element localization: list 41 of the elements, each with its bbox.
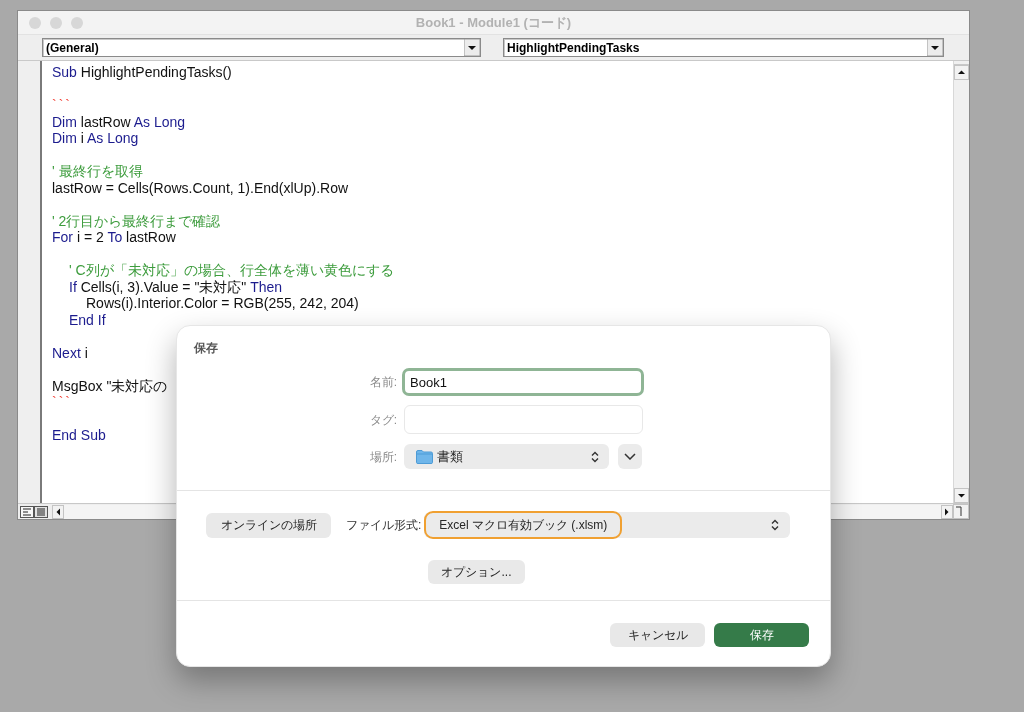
code-line: lastRow = Cells(Rows.Count, 1).End(xlUp).Row xyxy=(52,179,349,196)
dialog-title: 保存 xyxy=(194,341,218,355)
code-line: Sub HighlightPendingTasks() xyxy=(52,64,232,81)
code-line: ' 最終行を取得 xyxy=(52,163,143,180)
code-line: ``` xyxy=(52,394,72,411)
caret-icon[interactable] xyxy=(464,39,480,56)
field-label: 名前: xyxy=(369,374,397,391)
code-line: ``` xyxy=(52,97,72,114)
updown-chevron-icon xyxy=(771,519,780,531)
code-line: ' 2行目から最終行まで確認 xyxy=(52,212,221,229)
save-button[interactable]: 保存 xyxy=(714,623,809,647)
name-field[interactable]: Book1 xyxy=(402,368,644,396)
online-locations-button[interactable]: オンラインの場所 xyxy=(206,512,331,538)
code-line: MsgBox "未対応の xyxy=(52,377,168,394)
location-select[interactable]: 書類 xyxy=(404,444,609,469)
field-label: タグ: xyxy=(369,411,397,429)
options-button[interactable]: オプション... xyxy=(428,560,525,584)
file-format-select[interactable]: Excel マクロ有効ブック (.xlsm) xyxy=(424,512,791,538)
chevron-down-icon xyxy=(624,453,636,460)
procedure-dropdown[interactable]: HighlightPendingTasks xyxy=(503,38,944,57)
code-line: Rows(i).Interior.Color = RGB(255, 242, 204) xyxy=(86,295,359,312)
field-label: ファイル形式: xyxy=(346,517,422,534)
code-line: For i = 2 To lastRow xyxy=(52,229,176,246)
procedure-view-icon[interactable] xyxy=(20,505,34,518)
object-dropdown[interactable]: (General) xyxy=(42,38,481,57)
code-line: If Cells(i, 3).Value = "未対応" Then xyxy=(69,278,283,295)
code-line: Dim i As Long xyxy=(52,130,139,147)
caret-icon[interactable] xyxy=(927,39,943,56)
expand-button[interactable] xyxy=(618,444,642,469)
cancel-button[interactable]: キャンセル xyxy=(610,623,705,647)
code-line: End Sub xyxy=(52,427,106,444)
folder-icon xyxy=(416,449,433,464)
code-line: End If xyxy=(69,311,106,328)
code-line: Dim lastRow As Long xyxy=(52,113,186,130)
updown-chevron-icon xyxy=(591,450,599,463)
code-line: ' C列が「未対応」の場合、行全体を薄い黄色にする xyxy=(69,262,394,279)
module-view-icon[interactable] xyxy=(34,505,48,518)
field-label: 場所: xyxy=(369,448,397,466)
vertical-scrollbar[interactable] xyxy=(953,61,969,503)
window-title: Book1 - Module1 (コード) xyxy=(415,13,572,32)
code-line: Next i xyxy=(52,344,88,361)
